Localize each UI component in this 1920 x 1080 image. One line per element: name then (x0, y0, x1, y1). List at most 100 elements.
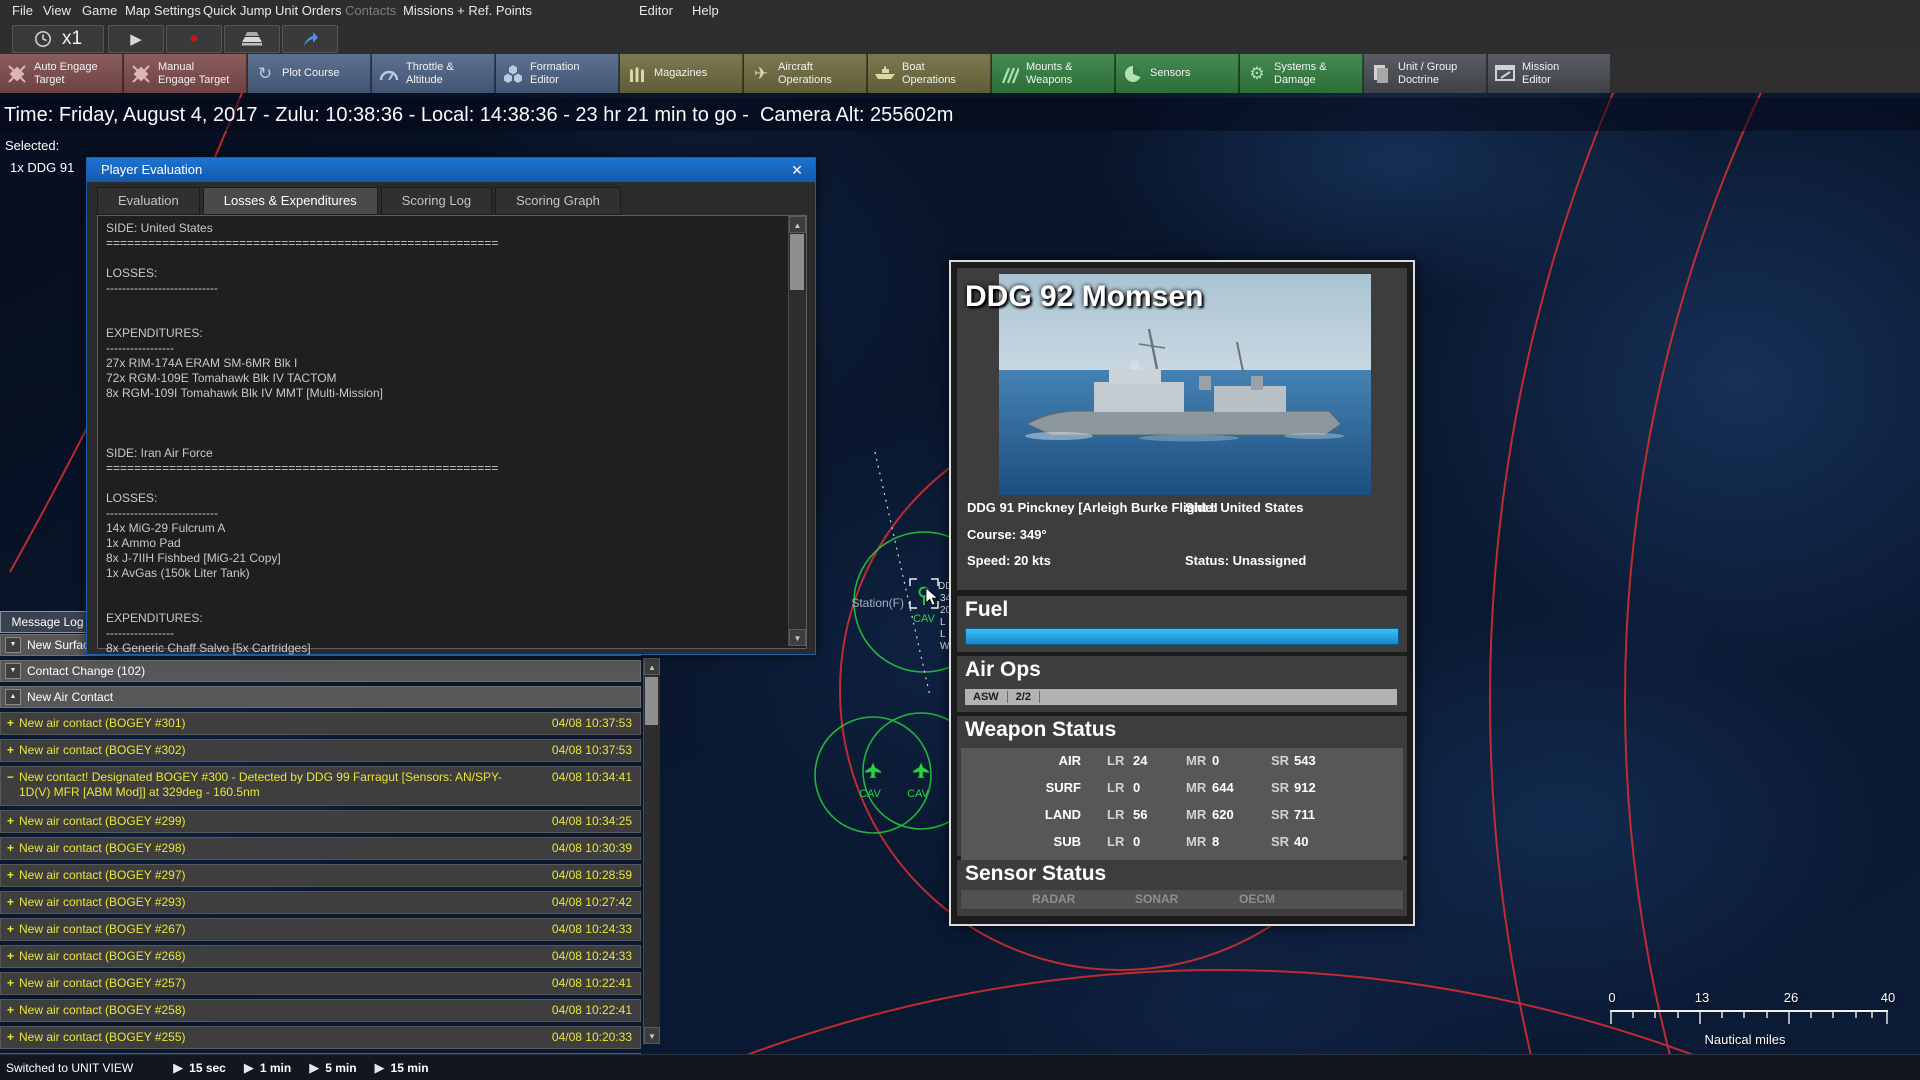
expand-icon[interactable]: + (7, 814, 14, 828)
message-group-contact-change[interactable]: ▼ Contact Change (102) (0, 660, 641, 682)
menu-map-settings[interactable]: Map Settings (125, 3, 201, 18)
button-label: Mission (1522, 60, 1560, 73)
tab-scoring-graph[interactable]: Scoring Graph (495, 187, 621, 215)
sensor-radar[interactable]: RADAR (1032, 892, 1075, 906)
toolbar-aircraft-operations-button[interactable]: ✈ Aircraft Operations (744, 54, 867, 93)
expand-icon[interactable]: + (7, 976, 14, 990)
message-text: New air contact (BOGEY #299) (19, 814, 186, 828)
toolbar-systems-damage-button[interactable]: ⚙ Systems & Damage (1240, 54, 1363, 93)
expand-icon[interactable]: + (7, 716, 14, 730)
message-row[interactable]: + New air contact (BOGEY #257) 04/08 10:… (0, 972, 641, 995)
time-step-1min-button[interactable]: ▶ 1 min (244, 1060, 291, 1076)
layers-button[interactable] (224, 25, 280, 53)
message-row[interactable]: + New air contact (BOGEY #302) 04/08 10:… (0, 739, 641, 762)
toolbar-magazines-button[interactable]: Magazines (620, 54, 743, 93)
scrollbar-thumb[interactable] (645, 677, 658, 725)
divider (1038, 691, 1040, 703)
expand-icon[interactable]: + (7, 1003, 14, 1017)
toolbar-throttle-altitude-button[interactable]: Throttle & Altitude (372, 54, 495, 93)
svg-text:L: L (940, 617, 946, 628)
toolbar-boat-operations-button[interactable]: Boat Operations (868, 54, 991, 93)
record-button[interactable]: ● (166, 25, 222, 53)
toolbar-manual-engage-target-button[interactable]: Manual Engage Target (124, 54, 247, 93)
menu-file[interactable]: File (12, 3, 33, 18)
message-text: New air contact (BOGEY #293) (19, 895, 186, 909)
toolbar-auto-engage-target-button[interactable]: Auto Engage Target (0, 54, 123, 93)
toolbar-mounts-weapons-button[interactable]: Mounts & Weapons (992, 54, 1115, 93)
collapse-icon[interactable]: ▼ (5, 637, 21, 653)
button-label2: Engage Target (158, 73, 230, 86)
boat-icon (868, 66, 902, 82)
toolbar-unit-group-doctrine-button[interactable]: Unit / Group Doctrine (1364, 54, 1487, 93)
expand-icon[interactable]: + (7, 868, 14, 882)
play-button[interactable]: ▶ (108, 25, 164, 53)
message-row[interactable]: + New air contact (BOGEY #301) 04/08 10:… (0, 712, 641, 735)
menu-help[interactable]: Help (692, 3, 719, 18)
expand-icon[interactable]: + (7, 949, 14, 963)
message-row[interactable]: − New contact! Designated BOGEY #300 - D… (0, 766, 641, 806)
unit-info-panel: DDG 92 Momsen DDG 91 Pinckney [Arleigh B… (949, 260, 1415, 926)
message-log-tab[interactable]: Message Log (0, 611, 95, 633)
menu-missions-ref-points[interactable]: Missions + Ref. Points (403, 3, 532, 18)
expand-icon[interactable]: + (7, 895, 14, 909)
scroll-down-icon[interactable]: ▼ (789, 629, 806, 646)
menu-quick-jump[interactable]: Quick Jump (203, 3, 272, 18)
toolbar-sensors-button[interactable]: Sensors (1116, 54, 1239, 93)
scroll-down-icon[interactable]: ▼ (644, 1027, 660, 1044)
time-step-15min-button[interactable]: ▶ 15 min (375, 1060, 429, 1076)
group-label: Contact Change (102) (27, 664, 146, 678)
toolbar-formation-editor-button[interactable]: Formation Editor (496, 54, 619, 93)
expand-icon[interactable]: + (7, 922, 14, 936)
sensor-sonar[interactable]: SONAR (1135, 892, 1178, 906)
message-row[interactable]: + New air contact (BOGEY #293) 04/08 10:… (0, 891, 641, 914)
expand-icon[interactable]: + (7, 1030, 14, 1044)
status-message: Switched to UNIT VIEW (6, 1061, 134, 1075)
menu-unit-orders[interactable]: Unit Orders (275, 3, 341, 18)
time-compression-button[interactable]: x1 (12, 25, 104, 53)
simulation-time-readout: Time: Friday, August 4, 2017 - Zulu: 10:… (4, 104, 954, 126)
menu-view[interactable]: View (43, 3, 71, 18)
collapse-icon[interactable]: ▼ (5, 663, 21, 679)
close-icon[interactable]: ✕ (787, 158, 807, 182)
message-row[interactable]: + New air contact (BOGEY #298) 04/08 10:… (0, 837, 641, 860)
time-step-5min-button[interactable]: ▶ 5 min (309, 1060, 356, 1076)
step-label: 1 min (259, 1061, 292, 1075)
radar-icon (1116, 64, 1150, 84)
weapon-row-sub: SUB LR 0 MR 8 SR 40 (1053, 834, 1309, 849)
toolbar-mission-editor-button[interactable]: Mission Editor (1488, 54, 1611, 93)
menu-game[interactable]: Game (82, 3, 117, 18)
sensor-status-bar: RADAR SONAR OECM (961, 890, 1403, 909)
collapse-icon[interactable]: − (7, 770, 14, 784)
message-row[interactable]: + New air contact (BOGEY #258) 04/08 10:… (0, 999, 641, 1022)
message-row[interactable]: + New air contact (BOGEY #268) 04/08 10:… (0, 945, 641, 968)
message-row[interactable]: + New air contact (BOGEY #297) 04/08 10:… (0, 864, 641, 887)
sensor-oecm[interactable]: OECM (1239, 892, 1275, 906)
expand-icon[interactable]: + (7, 743, 14, 757)
toolbar-plot-course-button[interactable]: ↻ Plot Course (248, 54, 371, 93)
clock-icon (34, 31, 51, 47)
jump-button[interactable] (282, 25, 338, 53)
button-label2: Operations (778, 73, 832, 86)
air-ops-bar[interactable]: ASW 2/2 (965, 689, 1397, 705)
status-bar: Switched to UNIT VIEW ▶ 15 sec ▶ 1 min ▶… (0, 1054, 1920, 1080)
message-group-new-air-contact[interactable]: ▲ New Air Contact (0, 686, 641, 708)
menu-editor[interactable]: Editor (639, 3, 673, 18)
message-row[interactable]: + New air contact (BOGEY #267) 04/08 10:… (0, 918, 641, 941)
fuel-gauge (965, 628, 1399, 645)
station-label: Station(F) (851, 596, 904, 610)
message-row[interactable]: + New air contact (BOGEY #299) 04/08 10:… (0, 810, 641, 833)
tab-evaluation[interactable]: Evaluation (97, 187, 200, 215)
expand-icon[interactable]: + (7, 841, 14, 855)
scrollbar-thumb[interactable] (790, 234, 804, 290)
message-log-scrollbar[interactable]: ▲ ▼ (643, 658, 660, 1044)
dialog-scrollbar[interactable]: ▲ ▼ (788, 216, 806, 646)
message-row[interactable]: + New air contact (BOGEY #255) 04/08 10:… (0, 1026, 641, 1049)
scroll-up-icon[interactable]: ▲ (644, 658, 660, 675)
app-window: Station(F) CAV CAV CAV DD 34 20 L L W Fi… (0, 0, 1920, 1080)
tab-losses-expenditures[interactable]: Losses & Expenditures (202, 187, 378, 215)
scroll-up-icon[interactable]: ▲ (789, 216, 806, 233)
tab-scoring-log[interactable]: Scoring Log (380, 187, 493, 215)
collapse-icon[interactable]: ▲ (5, 689, 21, 705)
time-step-15sec-button[interactable]: ▶ 15 sec (173, 1060, 226, 1076)
dialog-titlebar[interactable]: Player Evaluation ✕ (87, 158, 815, 182)
